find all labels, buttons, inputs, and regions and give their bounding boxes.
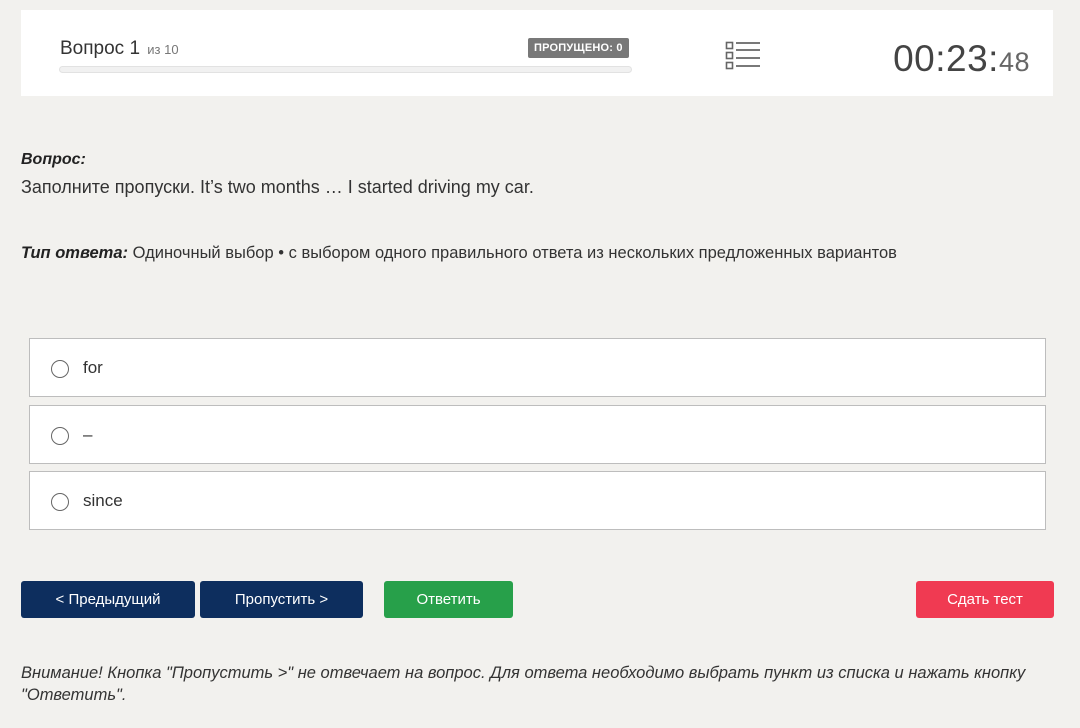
question-block: Вопрос: Заполните пропуски. It’s two mon… — [21, 151, 1051, 198]
timer-seconds: 48 — [998, 47, 1030, 77]
skip-notice: Внимание! Кнопка "Пропустить >" не отвеч… — [21, 664, 1026, 704]
question-total: из 10 — [147, 42, 179, 57]
question-counter: Вопрос 1 из 10 — [60, 38, 179, 60]
answer-option-label: since — [83, 491, 123, 510]
answer-button[interactable]: Ответить — [384, 581, 513, 618]
answer-type-value: Одиночный выбор • с выбором одного прави… — [132, 244, 897, 262]
question-number: Вопрос 1 — [60, 38, 141, 59]
answer-option-label: for — [83, 358, 103, 377]
radio-button[interactable] — [51, 427, 69, 445]
questions-list-button[interactable] — [725, 40, 761, 72]
skipped-badge: ПРОПУЩЕНО: 0 — [528, 38, 629, 58]
list-icon — [725, 41, 760, 70]
header-bar: Вопрос 1 из 10 ПРОПУЩЕНО: 0 00:23:48 — [21, 10, 1053, 96]
answer-option[interactable]: for — [29, 338, 1046, 397]
answer-option[interactable]: – — [29, 405, 1046, 464]
answer-type: Тип ответа: Одиночный выбор • с выбором … — [21, 244, 897, 263]
question-text: Заполните пропуски. It’s two months … I … — [21, 177, 534, 197]
skip-button[interactable]: Пропустить > — [200, 581, 363, 618]
previous-button[interactable]: < Предыдущий — [21, 581, 195, 618]
question-label: Вопрос: — [21, 151, 86, 168]
answer-type-label: Тип ответа: — [21, 244, 129, 262]
submit-test-button[interactable]: Сдать тест — [916, 581, 1054, 618]
progress-bar — [59, 66, 632, 73]
answer-option[interactable]: since — [29, 471, 1046, 530]
radio-button[interactable] — [51, 493, 69, 511]
timer-main: 00:23: — [893, 38, 999, 79]
answer-option-label: – — [83, 425, 93, 444]
timer: 00:23:48 — [893, 38, 1030, 80]
radio-button[interactable] — [51, 360, 69, 378]
